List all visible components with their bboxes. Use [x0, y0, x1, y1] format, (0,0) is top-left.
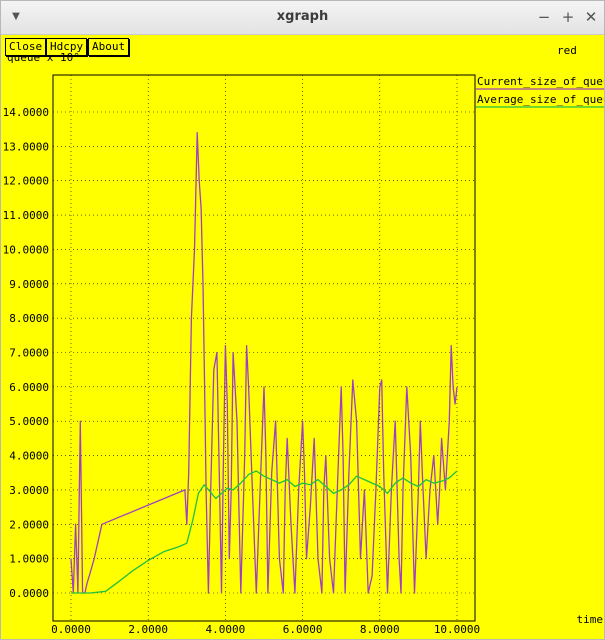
title-bar[interactable]: ▼ xgraph − + ✕	[1, 1, 604, 35]
x-tick-label: 0.0000	[51, 623, 91, 636]
legend-entry-label: Average_size_of_queue	[477, 93, 604, 106]
y-tick-label: 14.0000	[3, 106, 49, 119]
series-line-1	[70, 131, 458, 594]
x-axis-label: time	[577, 613, 604, 626]
y-tick-label: 6.0000	[9, 381, 49, 394]
legend-entry-label: Current_size_of_queue	[477, 75, 604, 88]
y-tick-label: 4.0000	[9, 450, 49, 463]
y-tick-label: 7.0000	[9, 347, 49, 360]
graph-area: Close Hdcpy About red 0.0000 1.0000 2.0000…	[1, 35, 604, 639]
y-tick-label: 10.0000	[3, 243, 49, 256]
plot-frame	[52, 74, 476, 622]
maximize-icon[interactable]: +	[560, 8, 576, 26]
y-axis-label: queue x 10°	[7, 51, 80, 64]
y-tick-label: 1.0000	[9, 553, 49, 566]
y-tick-label: 12.0000	[3, 175, 49, 188]
window-title: xgraph	[276, 9, 329, 24]
y-tick-label: 2.0000	[9, 518, 49, 531]
x-tick-label: 2.0000	[128, 623, 168, 636]
close-window-icon[interactable]: ✕	[583, 8, 599, 26]
y-tick-label: 3.0000	[9, 484, 49, 497]
x-tick-label: 8.0000	[360, 623, 400, 636]
x-tick-label: 10.0000	[434, 623, 480, 636]
y-tick-label: 9.0000	[9, 278, 49, 291]
y-tick-label: 5.0000	[9, 415, 49, 428]
y-tick-label: 8.0000	[9, 312, 49, 325]
series-line-2	[71, 470, 458, 594]
y-tick-label: 0.0000	[9, 587, 49, 600]
xgraph-window: ▼ xgraph − + ✕ Close Hdcpy About red 0.0…	[0, 0, 605, 640]
x-tick-label: 4.0000	[206, 623, 246, 636]
y-tick-label: 11.0000	[3, 209, 49, 222]
x-tick-label: 6.0000	[283, 623, 323, 636]
chart: 0.0000 1.0000 2.0000 3.0000 4.0000 5.0000 6.00…	[3, 51, 604, 636]
y-tick-label: 13.0000	[3, 140, 49, 153]
minimize-icon[interactable]: −	[536, 8, 552, 26]
